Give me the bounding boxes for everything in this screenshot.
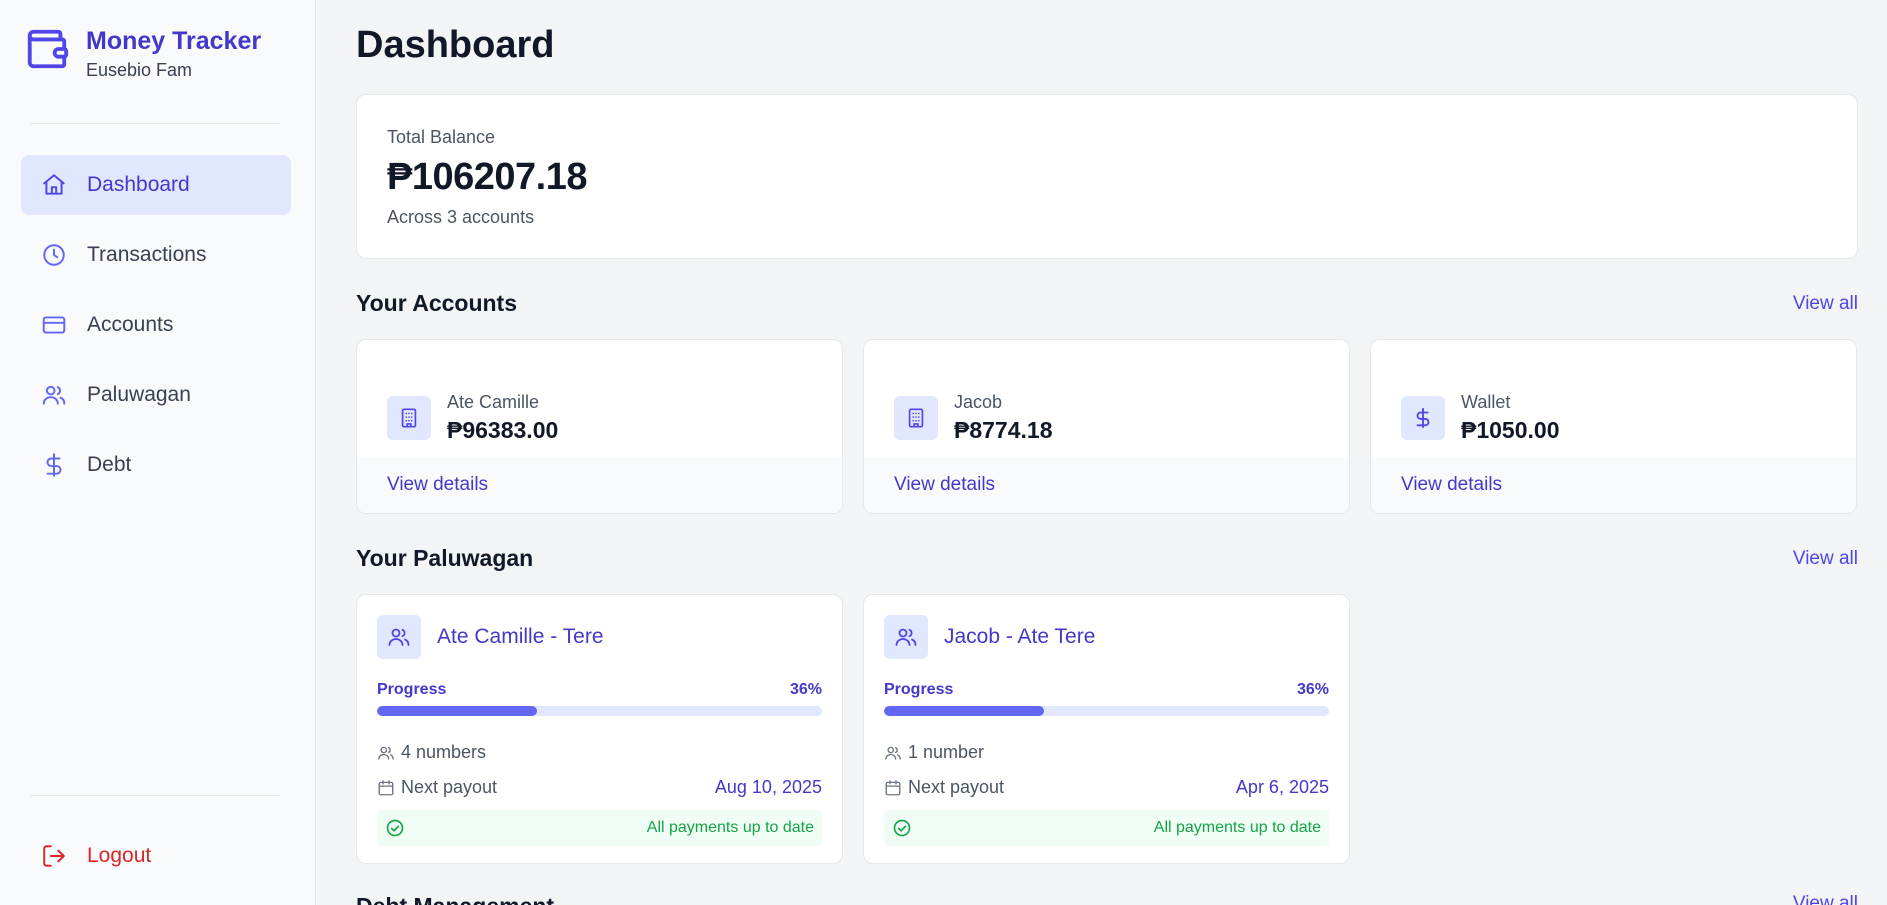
- account-view-details-link[interactable]: View details: [357, 457, 842, 513]
- balance-value: ₱106207.18: [387, 156, 587, 198]
- sidebar-item-label: Paluwagan: [87, 383, 191, 406]
- account-balance: ₱8774.18: [954, 417, 1053, 443]
- accounts-view-all-link[interactable]: View all: [1793, 293, 1858, 315]
- progress-bar-fill: [377, 706, 538, 716]
- progress-percent: 36%: [1296, 681, 1329, 698]
- dollar-icon: [1401, 396, 1445, 440]
- payment-status-text: All payments up to date: [646, 819, 814, 836]
- calendar-icon: [377, 779, 395, 797]
- users-icon: [377, 744, 395, 762]
- calendar-icon: [884, 779, 902, 797]
- total-balance-card: Total Balance ₱106207.18 Across 3 accoun…: [356, 94, 1858, 259]
- sidebar-item-paluwagan[interactable]: Paluwagan: [21, 365, 291, 425]
- balance-label: Total Balance: [387, 127, 496, 147]
- paluwagan-name-link[interactable]: Jacob - Ate Tere: [944, 625, 1095, 649]
- payment-status-badge: All payments up to date: [884, 810, 1329, 846]
- building-icon: [387, 396, 431, 440]
- member-count: 1 number: [908, 742, 985, 762]
- account-card: Jacob ₱8774.18 View details: [863, 339, 1350, 514]
- payment-status-badge: All payments up to date: [377, 810, 822, 846]
- app-title: Money Tracker: [86, 27, 262, 55]
- account-card: Ate Camille ₱96383.00 View details: [356, 339, 843, 514]
- sidebar-divider: [30, 795, 280, 796]
- check-circle-icon: [892, 818, 912, 838]
- debt-view-all-link[interactable]: View all: [1793, 893, 1858, 905]
- sidebar-nav: Dashboard Transactions Accounts Paluwaga…: [21, 155, 291, 505]
- brand: Money Tracker Eusebio Fam: [24, 26, 261, 81]
- sidebar-item-label: Transactions: [87, 243, 207, 266]
- sidebar-divider: [30, 123, 280, 124]
- next-payout-date: Apr 6, 2025: [1235, 777, 1329, 797]
- sidebar-item-accounts[interactable]: Accounts: [21, 295, 291, 355]
- account-balance: ₱1050.00: [1461, 417, 1560, 443]
- progress-label: Progress: [884, 681, 954, 698]
- account-name: Ate Camille: [447, 392, 540, 412]
- logout-icon: [41, 843, 67, 869]
- home-icon: [41, 172, 67, 198]
- accounts-section-header: Your Accounts View all: [356, 290, 1858, 317]
- credit-card-icon: [41, 312, 67, 338]
- paluwagan-name-link[interactable]: Ate Camille - Tere: [437, 625, 604, 649]
- dollar-icon: [41, 452, 67, 478]
- users-icon: [41, 382, 67, 408]
- next-payout-label: Next payout: [401, 777, 498, 797]
- paluwagan-section-title: Your Paluwagan: [356, 545, 534, 571]
- sidebar-item-label: Debt: [87, 453, 132, 476]
- paluwagan-section-header: Your Paluwagan View all: [356, 545, 1858, 572]
- clock-icon: [41, 242, 67, 268]
- accounts-list: Ate Camille ₱96383.00 View details Jacob…: [356, 339, 1857, 514]
- building-icon: [894, 396, 938, 440]
- next-payout-label: Next payout: [908, 777, 1005, 797]
- wallet-icon: [24, 26, 70, 72]
- account-view-details-link[interactable]: View details: [1371, 457, 1856, 513]
- progress-bar-fill: [884, 706, 1045, 716]
- sidebar-item-label: Accounts: [87, 313, 174, 336]
- logout-label: Logout: [87, 844, 152, 867]
- sidebar-item-label: Dashboard: [87, 173, 190, 196]
- users-icon: [884, 615, 928, 659]
- progress-percent: 36%: [789, 681, 822, 698]
- page-title: Dashboard: [356, 24, 555, 66]
- users-icon: [884, 744, 902, 762]
- payment-status-text: All payments up to date: [1153, 819, 1321, 836]
- account-name: Jacob: [954, 392, 1003, 412]
- progress-label: Progress: [377, 681, 447, 698]
- balance-subtext: Across 3 accounts: [387, 207, 535, 227]
- users-icon: [377, 615, 421, 659]
- logout-button[interactable]: Logout: [21, 826, 291, 886]
- account-card: Wallet ₱1050.00 View details: [1370, 339, 1857, 514]
- next-payout-date: Aug 10, 2025: [714, 777, 822, 797]
- debt-section-title: Debt Management: [356, 893, 554, 905]
- check-circle-icon: [385, 818, 405, 838]
- account-name: Wallet: [1461, 392, 1511, 412]
- debt-section-header: Debt Management View all: [356, 893, 1858, 905]
- account-balance: ₱96383.00: [447, 417, 559, 443]
- paluwagan-view-all-link[interactable]: View all: [1793, 548, 1858, 570]
- progress-bar: [377, 706, 822, 716]
- member-count: 4 numbers: [401, 742, 487, 762]
- sidebar-item-transactions[interactable]: Transactions: [21, 225, 291, 285]
- family-name: Eusebio Fam: [86, 60, 193, 80]
- sidebar-item-debt[interactable]: Debt: [21, 435, 291, 495]
- paluwagan-list: Ate Camille - Tere Progress 36% 4 number…: [356, 594, 1350, 864]
- paluwagan-card: Jacob - Ate Tere Progress 36% 1 number N…: [863, 594, 1350, 864]
- accounts-section-title: Your Accounts: [356, 290, 518, 316]
- account-view-details-link[interactable]: View details: [864, 457, 1349, 513]
- sidebar-item-dashboard[interactable]: Dashboard: [21, 155, 291, 215]
- paluwagan-card: Ate Camille - Tere Progress 36% 4 number…: [356, 594, 843, 864]
- sidebar: Money Tracker Eusebio Fam Dashboard Tran…: [0, 0, 316, 905]
- progress-bar: [884, 706, 1329, 716]
